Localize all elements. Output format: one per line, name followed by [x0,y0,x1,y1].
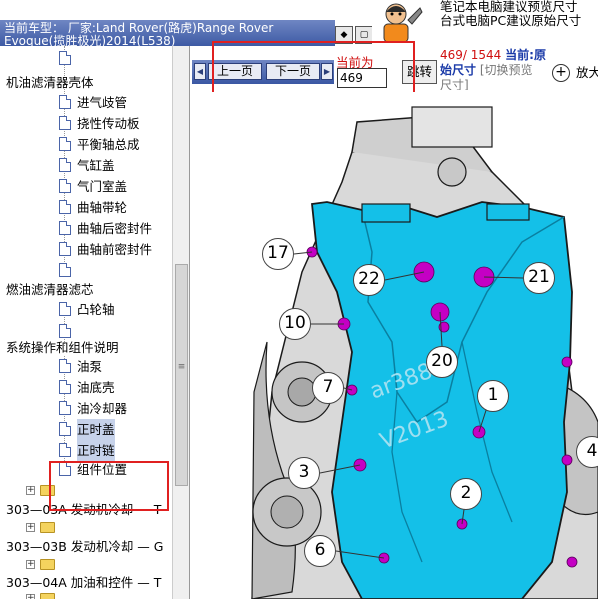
callout-2: 2 [450,478,482,510]
expand-icon[interactable]: + [26,523,35,532]
tree-folder[interactable]: + [26,589,66,599]
document-icon [59,401,71,415]
callout-7: 7 [312,372,344,404]
document-icon [59,242,71,256]
callout-10: 10 [279,308,311,340]
tree-group[interactable]: 燃油滤清器滤芯 [6,279,94,300]
folder-icon [40,522,55,533]
highlight-box [212,41,415,97]
document-icon [59,302,71,316]
callout-21: 21 [523,262,555,294]
mascot-logo-icon [372,0,424,46]
tree-group[interactable]: 机油滤清器壳体 [6,72,94,93]
document-icon [59,380,71,394]
tree-root-label: 303—04A 加油和控件 — T [6,575,162,590]
highlight-box [49,461,169,511]
tree-root-label: 303—03B 发动机冷却 — G [6,539,164,554]
expand-icon[interactable]: + [26,594,35,599]
notice-line-1: 笔记本电脑建议预览尺寸 [440,0,578,14]
document-icon [59,221,71,235]
page-toolbar: ◀ 上一页 下一页 ▶ 当前为 跳转 469/ 1544 当前:原 始尺寸 [切… [192,41,598,97]
size-suffix: 尺寸] [440,78,469,90]
document-icon [59,324,71,338]
notice-line-2: 台式电脑PC建议原始尺寸 [440,13,582,28]
document-icon [59,179,71,193]
zoom-label: 放大 [576,65,598,80]
current-caption: 当前:原 [505,48,546,62]
expand-icon[interactable]: + [26,560,35,569]
tree-group-label: 系统操作和组件说明 [6,340,119,355]
zoom-button[interactable]: + 放大 [552,62,598,86]
document-icon [59,95,71,109]
callout-20: 20 [426,346,458,378]
tree-group-label: 机油滤清器壳体 [6,75,94,90]
folder-icon [40,559,55,570]
timing-cover-diagram: ar3889 V2013 17 22 21 10 20 7 1 3 2 6 4 [192,92,598,599]
size-caption: 始尺寸 [440,63,477,77]
page-info: 469/ 1544 当前:原 始尺寸 [切换预览 尺寸] [440,48,555,90]
document-icon [59,359,71,373]
prev-arrow-icon[interactable]: ◀ [194,63,206,80]
header: 当前车型： 厂家:Land Rover(路虎)Range Rover Evoqu… [0,0,598,48]
tree-group[interactable]: 系统操作和组件说明 [6,337,119,358]
switch-preview-link[interactable]: [切换预览 [480,63,533,77]
zoom-in-icon: + [552,64,570,82]
document-icon [59,116,71,130]
page-counter: 469/ 1544 [440,48,502,62]
document-icon [59,51,71,65]
expand-icon[interactable]: + [26,486,35,495]
tree-group-label: 燃油滤清器滤芯 [6,282,94,297]
scrollbar-thumb[interactable]: ≡ [175,264,188,486]
callout-3: 3 [288,457,320,489]
callout-1: 1 [477,380,509,412]
tree-root[interactable]: 303—03B 发动机冷却 — G [6,536,163,557]
app-window: { "header": { "vehicle_label": "当前车型： 厂家… [0,0,598,599]
document-icon [59,263,71,277]
callout-22: 22 [353,264,385,296]
document-icon [59,137,71,151]
callout-17: 17 [262,238,294,270]
document-icon [59,158,71,172]
folder-icon [40,593,55,599]
document-icon [59,422,71,436]
engine-illustration: ar3889 V2013 [251,106,598,599]
document-icon [59,443,71,457]
document-icon [59,200,71,214]
callout-6: 6 [304,535,336,567]
size-notice: 笔记本电脑建议预览尺寸 台式电脑PC建议原始尺寸 [440,0,598,40]
component-tree: 机油滤清器壳体 进气歧管 挠性传动板 平衡轴总成 气缸盖 气门室盖 曲轴带轮 曲… [0,46,190,599]
tree-scrollbar[interactable]: ≡ [172,46,189,599]
